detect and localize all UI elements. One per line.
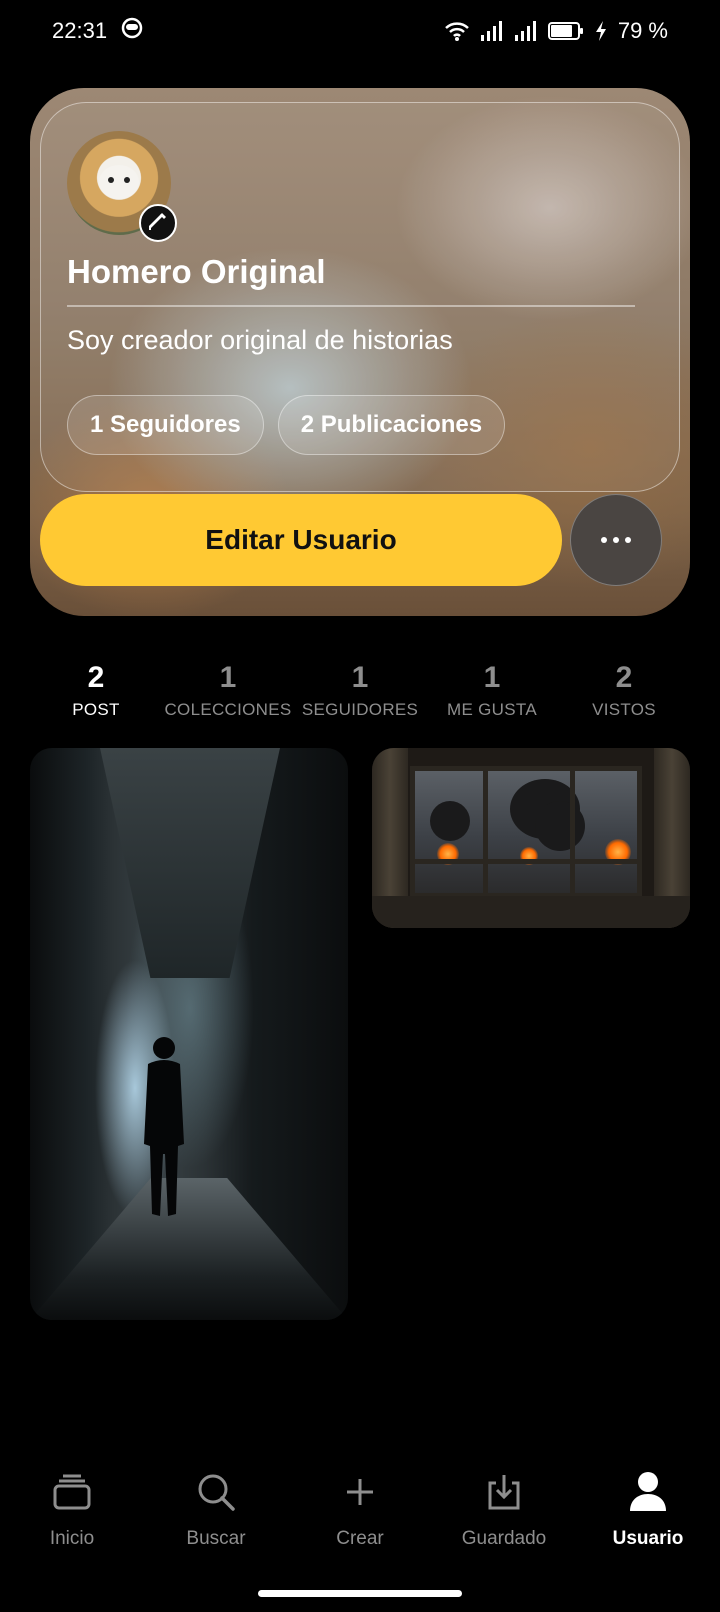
bottom-navigation: Inicio Buscar Crear Guardado Usuario (0, 1470, 720, 1580)
stat-label: ME GUSTA (447, 700, 537, 719)
divider (67, 305, 635, 307)
avatar-eye (124, 177, 130, 183)
wifi-icon (444, 20, 470, 42)
nav-crear[interactable]: Crear (288, 1470, 432, 1580)
window-frame (415, 859, 637, 864)
search-icon (196, 1470, 236, 1514)
signal-icon-2 (514, 20, 538, 42)
battery-percent: 79 % (617, 18, 668, 43)
status-right: 79 % (444, 18, 668, 44)
stat-label: COLECCIONES (164, 700, 292, 719)
edit-avatar-button[interactable] (139, 204, 177, 242)
nav-inicio[interactable]: Inicio (0, 1470, 144, 1580)
stat-label: SEGUIDORES (301, 700, 419, 719)
nav-label: Crear (336, 1528, 384, 1549)
status-left: 22:31 (52, 17, 143, 45)
profile-card: Homero Original Soy creador original de … (30, 88, 690, 616)
tab-post[interactable]: 2 POST (30, 660, 162, 720)
smoke (430, 801, 470, 841)
smoke (535, 801, 585, 851)
silhouette-figure (144, 1037, 184, 1216)
notification-app-icon (121, 17, 143, 45)
profile-info-panel: Homero Original Soy creador original de … (40, 102, 680, 492)
status-time: 22:31 (52, 18, 108, 43)
nav-label: Guardado (461, 1528, 547, 1549)
nav-usuario[interactable]: Usuario (576, 1470, 720, 1580)
tab-colecciones[interactable]: 1 COLECCIONES (162, 660, 294, 720)
nav-label: Buscar (186, 1528, 246, 1549)
publications-chip[interactable]: 2 Publicaciones (277, 395, 506, 455)
nav-buscar[interactable]: Buscar (144, 1470, 288, 1580)
stat-number: 1 (219, 661, 237, 694)
stat-number: 1 (351, 661, 369, 694)
corridor-ceiling (100, 748, 280, 978)
stat-label: POST (72, 700, 120, 719)
user-name: Homero Original (67, 253, 326, 290)
download-tray-icon (486, 1470, 522, 1514)
plus-icon (344, 1470, 376, 1514)
profile-stats-tabs: 2 POST 1 COLECCIONES 1 SEGUIDORES 1 ME G… (30, 660, 690, 720)
window-frame (483, 771, 488, 893)
post-thumbnail-corridor[interactable] (30, 748, 348, 1320)
charging-icon (594, 20, 608, 42)
home-indicator[interactable] (258, 1590, 462, 1597)
more-dot (601, 537, 607, 543)
window-frame (570, 771, 575, 893)
nav-guardado[interactable]: Guardado (432, 1470, 576, 1580)
window-view (410, 766, 642, 898)
pencil-icon (148, 211, 168, 236)
tab-vistos[interactable]: 2 VISTOS (558, 660, 690, 720)
avatar-face (99, 165, 139, 199)
user-icon (628, 1470, 668, 1514)
window-sill (372, 896, 690, 928)
more-options-button[interactable] (570, 494, 662, 586)
more-dot (613, 537, 619, 543)
profile-chips: 1 Seguidores 2 Publicaciones (67, 395, 506, 455)
stack-icon (53, 1470, 91, 1514)
nav-label: Inicio (49, 1528, 95, 1549)
more-dot (625, 537, 631, 543)
stat-number: 1 (483, 661, 501, 694)
signal-icon (480, 20, 504, 42)
user-bio: Soy creador original de historias (67, 325, 453, 355)
followers-chip[interactable]: 1 Seguidores (67, 395, 264, 455)
nav-label: Usuario (612, 1528, 684, 1549)
tab-me-gusta[interactable]: 1 ME GUSTA (426, 660, 558, 720)
post-thumbnail-window[interactable] (372, 748, 690, 928)
stat-label: VISTOS (592, 700, 656, 719)
status-bar: 22:31 79 % (0, 0, 720, 62)
stat-number: 2 (615, 661, 633, 694)
tab-seguidores[interactable]: 1 SEGUIDORES (294, 660, 426, 720)
stat-number: 2 (87, 661, 105, 694)
edit-user-button[interactable]: Editar Usuario (40, 494, 562, 586)
battery-icon (547, 21, 584, 41)
avatar-eye (108, 177, 114, 183)
